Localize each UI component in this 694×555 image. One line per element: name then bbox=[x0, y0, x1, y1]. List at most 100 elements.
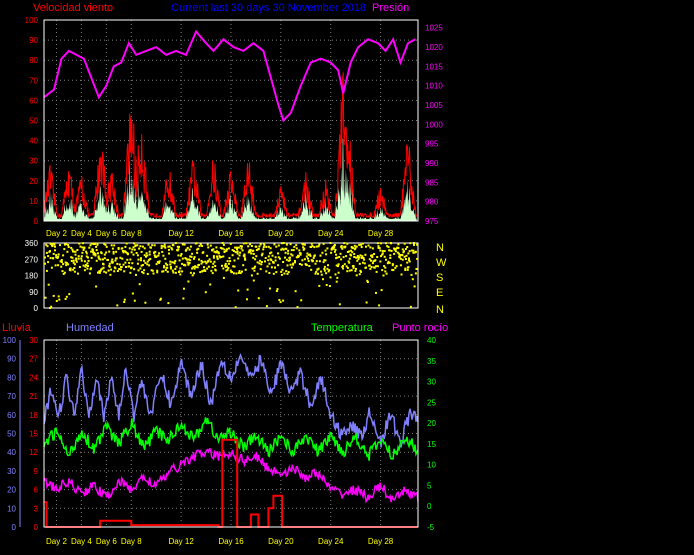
wind-direction-point bbox=[148, 264, 151, 267]
wind-direction-point bbox=[142, 272, 145, 275]
wind-direction-point bbox=[123, 270, 126, 273]
wind-direction-point bbox=[134, 244, 137, 247]
wind-direction-point bbox=[285, 243, 288, 246]
wind-direction-point bbox=[294, 261, 296, 264]
wind-direction-point bbox=[280, 273, 283, 276]
wind-direction-point bbox=[174, 260, 177, 262]
wind-direction-point bbox=[107, 259, 109, 261]
wind-direction-point bbox=[334, 273, 337, 276]
wind-direction-point bbox=[283, 272, 286, 275]
wind-direction-point bbox=[390, 249, 393, 252]
wind-direction-point bbox=[257, 297, 260, 300]
wind-direction-point bbox=[97, 252, 99, 255]
wind-direction-point bbox=[256, 261, 259, 264]
wind-direction-point bbox=[214, 269, 217, 272]
wind-direction-point bbox=[298, 263, 301, 265]
wind-direction-point bbox=[64, 298, 67, 300]
wind-direction-point bbox=[190, 255, 193, 258]
wind-direction-point bbox=[292, 262, 295, 265]
wind-direction-point bbox=[355, 274, 358, 277]
wind-direction-point bbox=[189, 259, 192, 262]
humidity-tick-label: 10 bbox=[7, 504, 16, 513]
wind-direction-point bbox=[103, 257, 106, 260]
wind-direction-point bbox=[128, 265, 131, 268]
wind-direction-point bbox=[371, 247, 374, 250]
x-tick-label: Day 20 bbox=[268, 229, 294, 238]
wind-direction-point bbox=[99, 258, 102, 261]
y-tick-label: 270 bbox=[25, 255, 39, 264]
wind-direction-point bbox=[178, 259, 181, 262]
wind-direction-point bbox=[250, 252, 253, 255]
x-tick-label: Day 24 bbox=[318, 537, 344, 546]
compass-label: N bbox=[436, 304, 444, 316]
wind-direction-point bbox=[236, 250, 239, 253]
wind-direction-point bbox=[51, 245, 54, 248]
wind-direction-point bbox=[350, 269, 353, 272]
wind-direction-point bbox=[129, 258, 132, 261]
wind-direction-point bbox=[74, 253, 77, 256]
wind-direction-point bbox=[172, 271, 175, 274]
wind-direction-point bbox=[140, 250, 143, 253]
wind-direction-point bbox=[399, 264, 402, 267]
wind-direction-point bbox=[60, 259, 63, 261]
wind-direction-point bbox=[307, 260, 310, 262]
wind-direction-point bbox=[90, 267, 93, 270]
wind-direction-point bbox=[264, 260, 266, 263]
wind-direction-point bbox=[168, 248, 170, 251]
wind-direction-point bbox=[385, 272, 388, 275]
wind-direction-point bbox=[412, 249, 415, 252]
wind-direction-point bbox=[245, 242, 248, 245]
wind-direction-point bbox=[207, 265, 210, 268]
wind-direction-point bbox=[232, 272, 235, 275]
wind-direction-point bbox=[358, 243, 361, 246]
temperature-tick-label: 15 bbox=[427, 440, 436, 449]
wind-direction-point bbox=[105, 271, 108, 274]
wind-direction-point bbox=[151, 269, 154, 272]
wind-direction-point bbox=[108, 265, 111, 268]
y2-tick-label: 1010 bbox=[425, 82, 443, 91]
y2-tick-label: 990 bbox=[425, 159, 439, 168]
wind-direction-point bbox=[385, 242, 387, 245]
x-tick-label: Day 6 bbox=[96, 537, 117, 546]
wind-direction-point bbox=[326, 267, 329, 270]
wind-direction-point bbox=[63, 248, 66, 251]
wind-direction-point bbox=[130, 266, 133, 269]
wind-direction-point bbox=[188, 248, 191, 251]
wind-direction-point bbox=[267, 245, 270, 248]
rain-tick-label: 18 bbox=[29, 411, 38, 420]
wind-direction-point bbox=[146, 263, 149, 266]
wind-direction-point bbox=[125, 266, 127, 268]
wind-direction-point bbox=[92, 253, 95, 256]
wind-direction-point bbox=[348, 261, 351, 264]
rain-tick-label: 21 bbox=[29, 392, 38, 401]
wind-direction-point bbox=[355, 256, 357, 259]
wind-direction-point bbox=[335, 280, 338, 283]
wind-direction-point bbox=[307, 257, 309, 260]
wind-direction-point bbox=[249, 243, 252, 246]
x-tick-label: Day 6 bbox=[96, 229, 117, 238]
wind-direction-point bbox=[338, 303, 341, 306]
wind-direction-point bbox=[238, 270, 241, 273]
y-tick-label: 360 bbox=[25, 239, 39, 248]
wind-direction-point bbox=[80, 255, 83, 258]
wind-direction-point bbox=[201, 261, 204, 264]
wind-direction-point bbox=[118, 268, 121, 270]
wind-direction-point bbox=[344, 245, 347, 248]
wind-direction-point bbox=[71, 256, 74, 259]
y-tick-label: 60 bbox=[29, 96, 38, 105]
wind-direction-point bbox=[252, 252, 255, 255]
wind-direction-point bbox=[171, 269, 174, 272]
wind-direction-point bbox=[154, 250, 157, 253]
y-tick-label: 180 bbox=[25, 272, 39, 281]
y2-tick-label: 975 bbox=[425, 217, 439, 226]
wind-direction-point bbox=[365, 245, 367, 248]
wind-direction-point bbox=[179, 267, 182, 270]
wind-direction-point bbox=[295, 247, 298, 250]
wind-direction-point bbox=[275, 290, 278, 292]
wind-direction-point bbox=[313, 246, 316, 249]
wind-direction-point bbox=[360, 270, 362, 273]
wind-direction-point bbox=[389, 257, 392, 259]
wind-direction-point bbox=[346, 266, 349, 269]
wind-direction-point bbox=[132, 246, 135, 249]
wind-direction-point bbox=[399, 254, 402, 256]
